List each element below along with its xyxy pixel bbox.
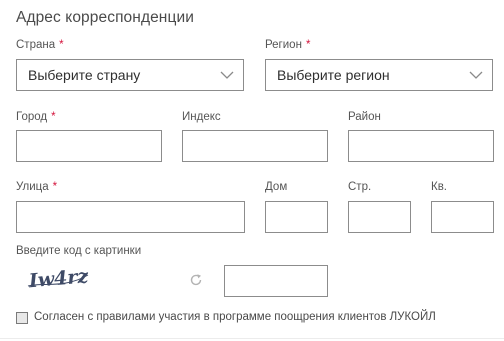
required-mark: * xyxy=(59,39,64,51)
consent-text[interactable]: Согласен с правилами участия в программе… xyxy=(34,311,436,323)
house-input[interactable] xyxy=(265,201,328,233)
refresh-icon[interactable] xyxy=(189,273,203,287)
country-label: Страна * xyxy=(16,39,64,51)
captcha-label: Введите код с картинки xyxy=(16,245,142,257)
building-label: Стр. xyxy=(348,181,372,193)
region-label: Регион * xyxy=(265,39,310,51)
captcha-input[interactable] xyxy=(224,265,328,297)
consent-checkbox[interactable] xyxy=(16,312,28,324)
chevron-down-icon xyxy=(469,71,483,79)
region-select[interactable]: Выберите регион xyxy=(265,59,493,91)
required-mark: * xyxy=(51,111,56,123)
country-label-text: Страна xyxy=(16,39,56,51)
apartment-label: Кв. xyxy=(431,181,448,193)
captcha-image: Iw4rz xyxy=(27,265,90,292)
city-input[interactable] xyxy=(16,130,162,162)
district-label: Район xyxy=(348,111,381,123)
page-title: Адрес корреспонденции xyxy=(16,9,194,26)
city-label: Город * xyxy=(16,111,56,123)
bottom-divider xyxy=(0,338,504,339)
index-label: Индекс xyxy=(182,111,221,123)
country-select[interactable]: Выберите страну xyxy=(16,59,244,91)
region-select-value: Выберите регион xyxy=(277,67,390,83)
street-input[interactable] xyxy=(16,201,245,233)
chevron-down-icon xyxy=(220,71,234,79)
country-select-value: Выберите страну xyxy=(28,67,141,83)
region-label-text: Регион xyxy=(265,39,302,51)
street-label: Улица * xyxy=(16,181,57,193)
apartment-input[interactable] xyxy=(431,201,494,233)
district-input[interactable] xyxy=(348,130,494,162)
svg-text:Iw4rz: Iw4rz xyxy=(27,265,90,292)
house-label: Дом xyxy=(265,181,288,193)
required-mark: * xyxy=(52,181,58,193)
building-input[interactable] xyxy=(348,201,411,233)
index-input[interactable] xyxy=(182,130,328,162)
street-label-text: Улица xyxy=(16,181,49,193)
city-label-text: Город xyxy=(16,111,48,123)
required-mark: * xyxy=(305,39,311,51)
